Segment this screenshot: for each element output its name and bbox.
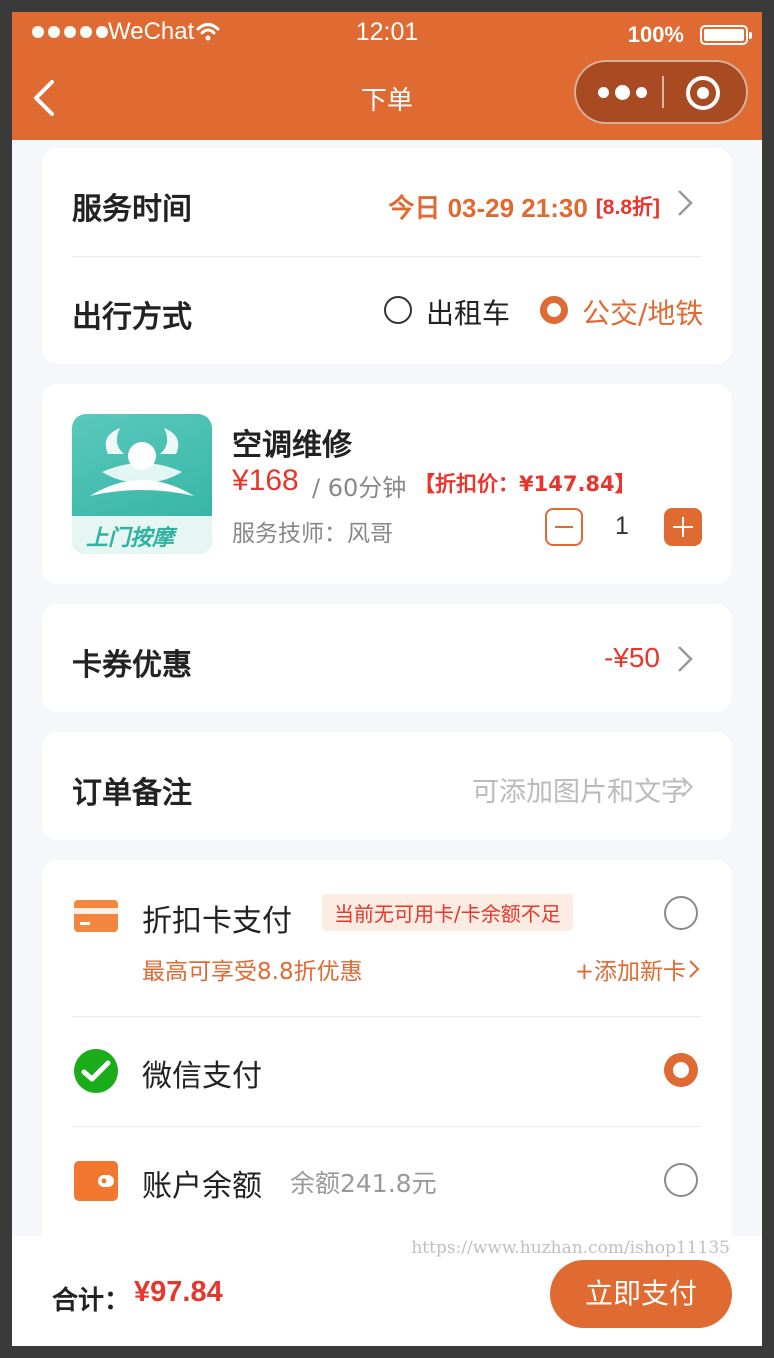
plus-icon[interactable] [664,508,702,546]
mini-program-capsule [574,60,748,124]
more-icon[interactable] [594,78,650,106]
product-image: 上门按摩 [72,414,212,554]
status-bar: WeChat 12:01 100% [12,12,762,56]
battery-icon [700,25,752,45]
chevron-right-icon [678,646,693,672]
travel-option-label: 出租车 [426,297,511,330]
pay-method-label: 账户余额 [142,1169,262,1204]
service-time-discount: [8.8折] [595,196,660,219]
product-image-text: 上门按摩 [86,526,175,551]
pay-method-note: 当前无可用卡/卡余额不足 [322,894,573,931]
remark-placeholder: 可添加图片和文字 [472,777,688,808]
service-time-label: 服务时间 [72,192,192,227]
coupon-value: -¥50 [603,642,660,673]
wechat-pay-icon [74,1049,118,1093]
coupon-row[interactable]: 卡券优惠 -¥50 [42,604,732,712]
travel-label: 出行方式 [72,300,192,335]
pay-now-button[interactable]: 立即支付 [550,1260,732,1328]
pay-method-label: 折扣卡支付 [142,904,292,939]
radio-discount-card[interactable] [664,896,698,930]
remark-row[interactable]: 订单备注 可添加图片和文字 [42,732,732,840]
product-price: ¥168 [232,464,299,497]
card-icon [74,900,118,932]
capsule-divider [662,76,664,108]
radio-balance[interactable] [664,1163,698,1197]
total-value: ¥97.84 [134,1276,223,1308]
chevron-right-icon [678,190,693,216]
radio-taxi[interactable] [384,296,412,324]
travel-option-transit[interactable]: 公交/地铁 [538,288,718,334]
divider [72,256,702,257]
technician: 服务技师：风哥 [232,521,393,547]
service-card: 服务时间 今日 03-29 21:30 [8.8折] 出行方式 出租车 公交/地铁 [42,148,732,364]
header: WeChat 12:01 100% 下单 [12,12,762,140]
watermark: https://www.huzhan.com/ishop11135 [411,1238,730,1258]
radio-transit[interactable] [540,296,568,324]
chevron-right-icon [681,776,694,798]
service-time-text: 今日 03-29 21:30 [388,193,588,223]
travel-option-label: 公交/地铁 [582,297,704,330]
product-card: 上门按摩 空调维修 ¥168 / 60分钟 【折扣价：¥147.84】 服务技师… [42,384,732,584]
minus-icon[interactable] [545,508,583,546]
balance-amount: 余额241.8元 [290,1169,437,1198]
payment-card: 折扣卡支付 当前无可用卡/卡余额不足 最高可享受8.8折优惠 +添加新卡 微信支… [42,860,732,1240]
quantity-value: 1 [615,512,629,540]
coupon-label: 卡券优惠 [72,648,192,683]
pay-method-label: 微信支付 [142,1059,262,1094]
travel-option-taxi[interactable]: 出租车 [382,288,522,334]
nav-bar: 下单 [12,56,762,140]
pay-method-sub: 最高可享受8.8折优惠 [142,959,363,985]
product-discount-price: 【折扣价：¥147.84】 [414,472,636,496]
total-label: 合计： [52,1286,131,1316]
product-duration: / 60分钟 [312,474,407,502]
service-time-value: 今日 03-29 21:30 [8.8折] [388,188,660,225]
pay-option-wechat[interactable]: 微信支付 [42,1017,732,1125]
phone-screen: WeChat 12:01 100% 下单 服务时间 今日 03-29 21:30… [12,12,762,1346]
remark-label: 订单备注 [72,776,192,811]
battery-percent: 100% [627,22,684,47]
chevron-right-icon [689,960,700,978]
service-time-row[interactable]: 服务时间 今日 03-29 21:30 [8.8折] [42,148,732,256]
radio-wechat[interactable] [664,1053,698,1087]
add-card-link[interactable]: +添加新卡 [575,952,686,986]
close-icon[interactable] [686,76,720,110]
product-name: 空调维修 [232,428,352,463]
wallet-icon [74,1161,118,1201]
